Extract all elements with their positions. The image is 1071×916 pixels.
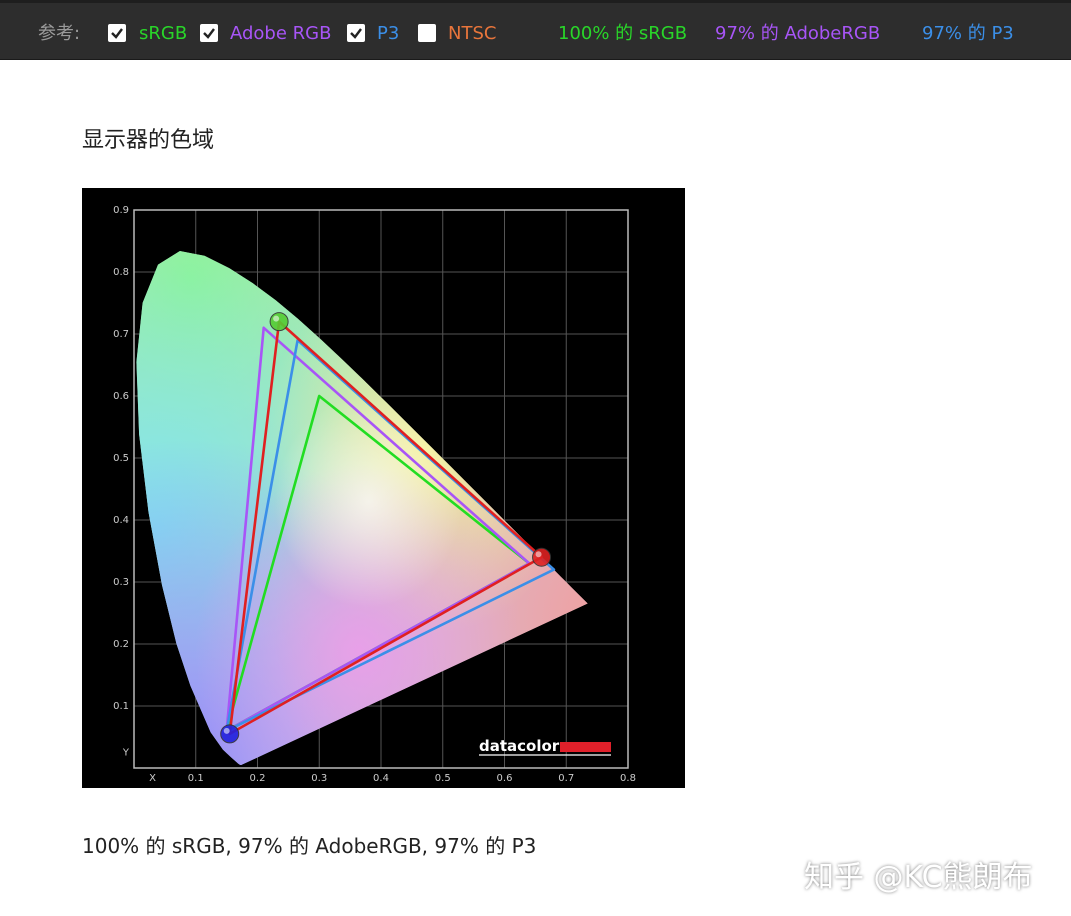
brand-text: datacolor xyxy=(479,737,560,755)
gamut-chart: X 0.1 0.2 0.3 0.4 0.5 0.6 0.7 0.8 Y 0.1 0.2 0.3 0.4 0.… xyxy=(82,188,685,788)
p3-checkbox-label[interactable]: P3 xyxy=(377,22,399,46)
primary-marker-highlight xyxy=(223,727,230,734)
reference-label: 参考: xyxy=(38,23,81,44)
brand-bar xyxy=(560,742,611,752)
ntsc-checkbox-label[interactable]: NTSC xyxy=(448,22,496,46)
x-tick-label: 0.5 xyxy=(435,773,451,784)
y-tick-label: 0.9 xyxy=(113,205,129,216)
reference-toolbar: 参考: sRGB Adobe RGB P3 NTSC 100% 的 sRGB 9… xyxy=(0,0,1071,60)
y-tick-label: 0.7 xyxy=(113,329,129,340)
y-tick-label: 0.3 xyxy=(113,577,129,588)
p3-checkbox[interactable] xyxy=(347,24,365,42)
x-tick-label: 0.8 xyxy=(620,773,636,784)
toolbar-edge xyxy=(0,0,1071,3)
p3-coverage-stat: 97% 的 P3 xyxy=(922,23,1014,44)
checkmark-icon xyxy=(350,28,362,39)
primary-marker xyxy=(269,312,289,332)
x-tick-label: 0.2 xyxy=(250,773,266,784)
locus-gradient xyxy=(136,251,588,765)
x-tick-label: X xyxy=(149,773,156,784)
adobe-rgb-coverage-stat: 97% 的 AdobeRGB xyxy=(715,23,881,44)
checkmark-icon xyxy=(203,28,215,39)
ntsc-checkbox[interactable] xyxy=(418,24,436,42)
x-tick-label: 0.7 xyxy=(558,773,574,784)
coverage-caption: 100% 的 sRGB, 97% 的 AdobeRGB, 97% 的 P3 xyxy=(82,834,537,858)
y-tick-label: 0.6 xyxy=(113,391,129,402)
primary-marker-highlight xyxy=(273,315,280,322)
x-tick-label: 0.6 xyxy=(497,773,513,784)
adobe-rgb-checkbox[interactable] xyxy=(200,24,218,42)
adobe-rgb-checkbox-label[interactable]: Adobe RGB xyxy=(230,22,331,46)
x-tick-label: 0.4 xyxy=(373,773,389,784)
srgb-checkbox[interactable] xyxy=(108,24,126,42)
primary-marker xyxy=(220,724,240,744)
y-tick-label: 0.2 xyxy=(113,639,129,650)
spectral-locus xyxy=(136,251,588,765)
x-tick-label: 0.3 xyxy=(311,773,327,784)
watermark: 知乎 @KC熊朗布 xyxy=(804,860,1033,895)
cie-chromaticity-diagram: X 0.1 0.2 0.3 0.4 0.5 0.6 0.7 0.8 Y 0.1 0.2 0.3 0.4 0.… xyxy=(113,205,636,784)
datacolor-logo: datacolor xyxy=(479,737,611,756)
y-tick-label: 0.8 xyxy=(113,267,129,278)
y-tick-label: 0.5 xyxy=(113,453,129,464)
x-tick-label: 0.1 xyxy=(188,773,204,784)
y-tick-label: 0.4 xyxy=(113,515,129,526)
srgb-checkbox-label[interactable]: sRGB xyxy=(139,22,187,46)
primary-marker-highlight xyxy=(535,551,542,558)
checkmark-icon xyxy=(111,28,123,39)
y-tick-label: Y xyxy=(122,748,130,759)
primary-marker xyxy=(532,547,552,567)
page-title: 显示器的色域 xyxy=(82,128,215,153)
y-tick-label: 0.1 xyxy=(113,701,129,712)
srgb-coverage-stat: 100% 的 sRGB xyxy=(558,23,688,44)
locus-fill xyxy=(136,251,588,765)
